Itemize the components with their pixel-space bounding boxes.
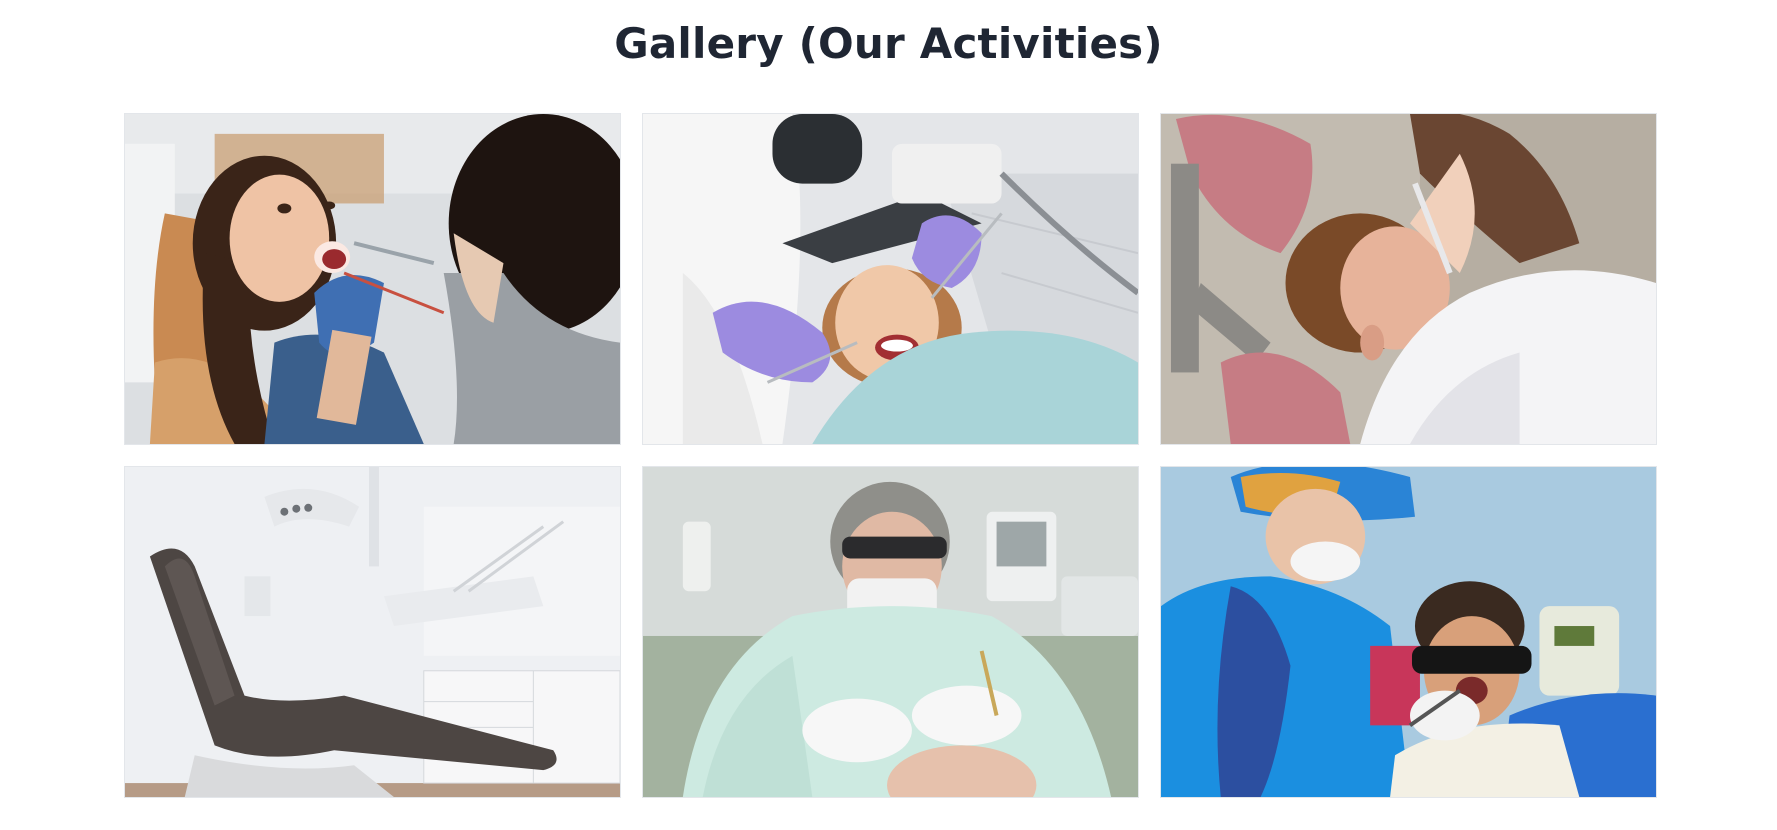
- gallery-photo-1[interactable]: [124, 113, 621, 445]
- gallery-photo-3[interactable]: [1160, 113, 1657, 445]
- photo-child-patient-dentist: [1161, 114, 1656, 444]
- gallery-grid: [124, 113, 1661, 798]
- gallery-photo-6[interactable]: [1160, 466, 1657, 798]
- photo-dentist-examining-teeth: [643, 114, 1138, 444]
- photo-child-with-sunglasses: [1161, 467, 1656, 797]
- gallery-photo-5[interactable]: [642, 466, 1139, 798]
- gallery-section: Gallery (Our Activities): [0, 0, 1777, 830]
- gallery-photo-2[interactable]: [642, 113, 1139, 445]
- gallery-title: Gallery (Our Activities): [614, 19, 1163, 68]
- photo-dentist-with-loupes: [643, 467, 1138, 797]
- photo-patient-smiling-exam: [125, 114, 620, 444]
- photo-empty-dental-chair: [125, 467, 620, 797]
- gallery-photo-4[interactable]: [124, 466, 621, 798]
